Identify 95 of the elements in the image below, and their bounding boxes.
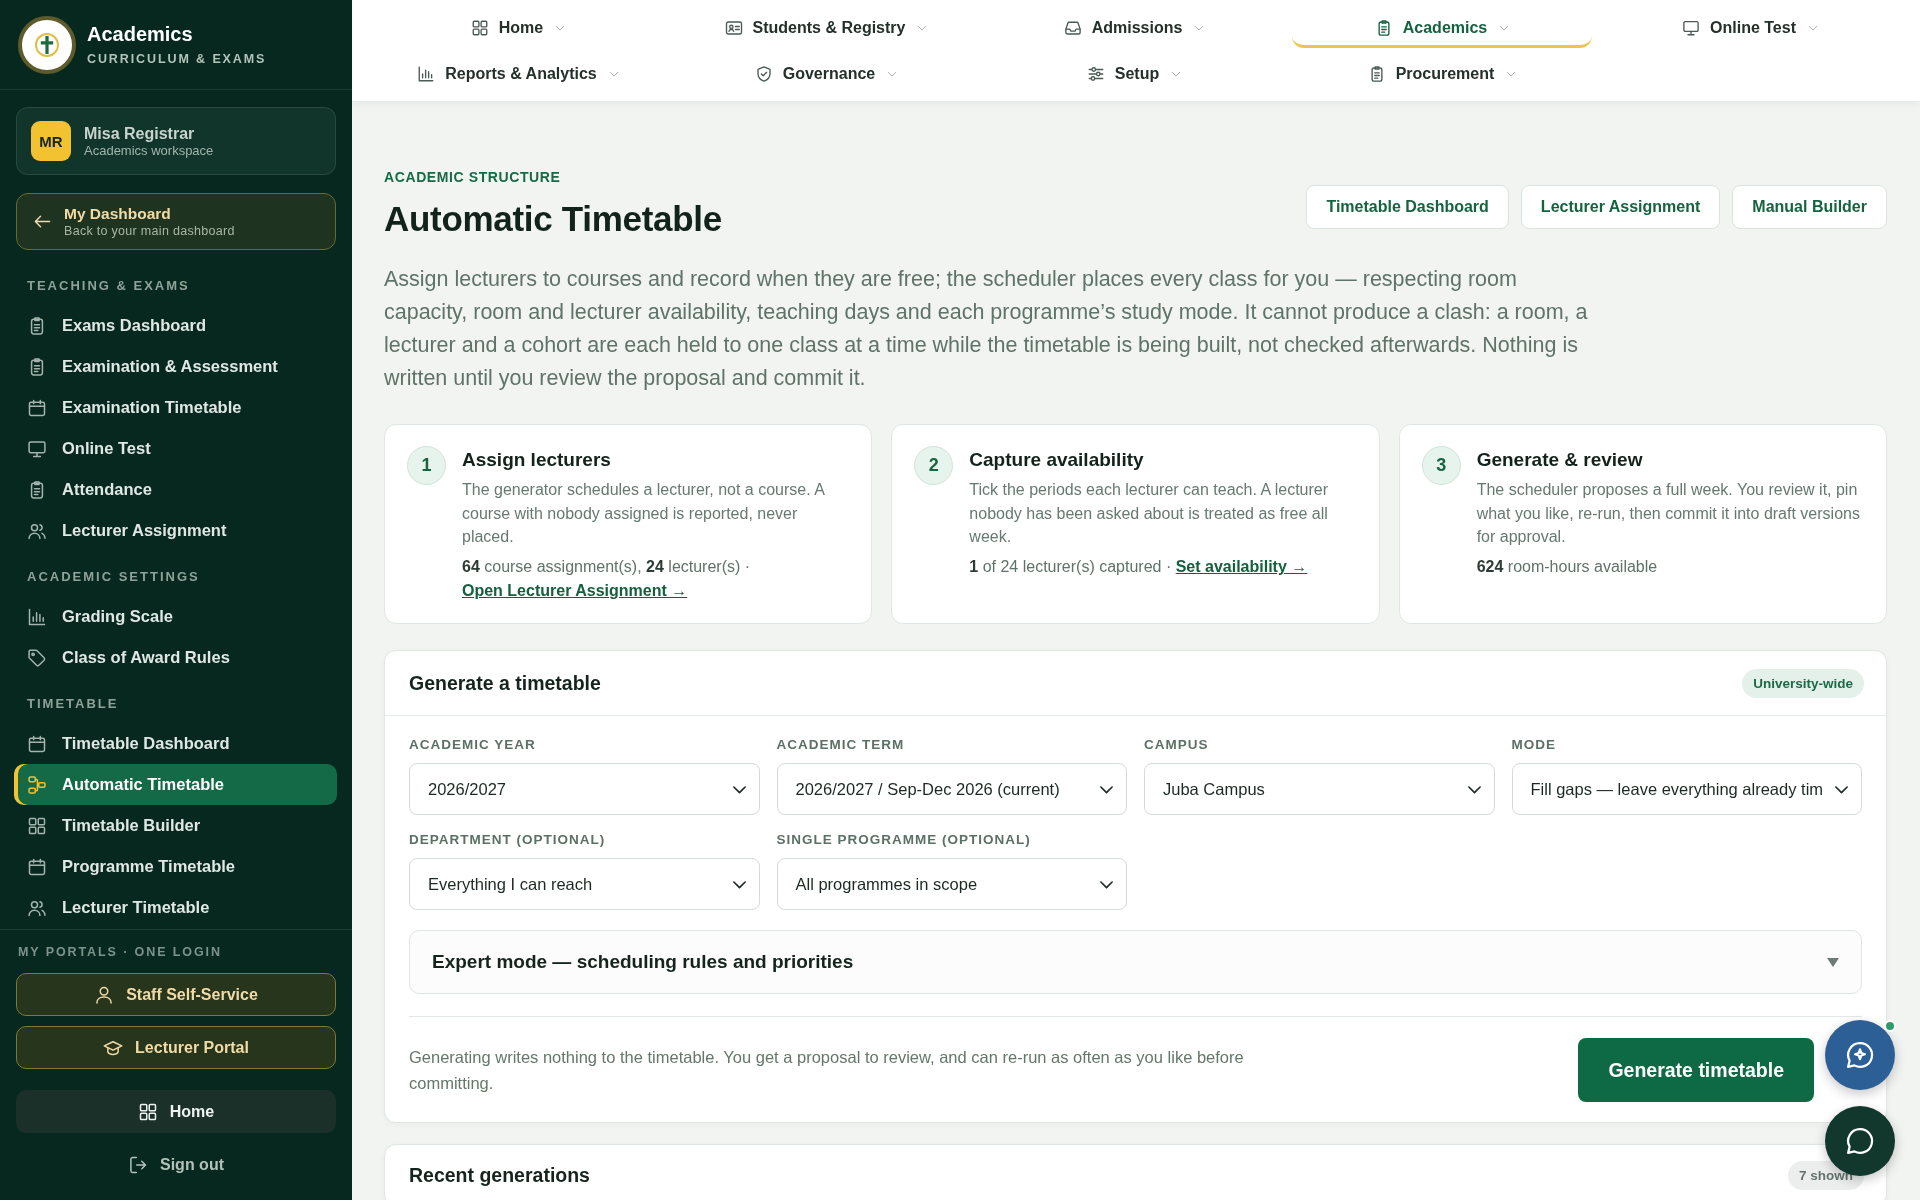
top-nav-item[interactable]: Academics bbox=[1292, 8, 1592, 48]
nav-item[interactable]: Automatic Timetable bbox=[14, 764, 337, 805]
nav-item[interactable]: Grading Scale bbox=[14, 596, 337, 637]
home-button[interactable]: Home bbox=[16, 1090, 336, 1133]
nav-item[interactable]: Lecturer Assignment bbox=[14, 510, 337, 551]
app-title: Academics bbox=[87, 22, 194, 46]
step-number: 1 bbox=[407, 446, 446, 485]
section-heading: TEACHING & EXAMS bbox=[26, 277, 191, 295]
page-title: Automatic Timetable bbox=[384, 199, 722, 239]
scope-badge: University-wide bbox=[1742, 668, 1864, 698]
dropdown-field[interactable]: 2026/2027 bbox=[409, 763, 760, 815]
step-title: Capture availability bbox=[969, 448, 1145, 472]
step-link[interactable]: Open Lecturer Assignment → bbox=[462, 582, 688, 600]
step-title: Generate & review bbox=[1476, 448, 1644, 472]
cross-crest-icon bbox=[18, 15, 76, 74]
page-intro: Assign lecturers to courses and record when they are free; the scheduler places every class for you — respecting room capacity, room and lecturer availability, teaching days and each programme’s study mode. It cannot produce a clash: a room, a lecturer and a cohort are each held to one class at a time while the timetable is being built, not checked afterwards. Nothing is written until you review the proposal and commit it. bbox=[384, 266, 1589, 392]
top-nav-item[interactable]: Home bbox=[368, 8, 668, 48]
nav-item[interactable]: Programme Timetable bbox=[14, 846, 337, 887]
field-label: SINGLE PROGRAMME (OPTIONAL) bbox=[776, 832, 1032, 848]
caret-down-icon bbox=[1827, 957, 1839, 967]
top-nav-item[interactable]: Procurement bbox=[1292, 54, 1592, 94]
monitor-icon bbox=[1682, 18, 1701, 37]
user-role: Academics workspace bbox=[84, 142, 214, 159]
calendar-icon bbox=[27, 397, 47, 418]
step-stats: 1 of 24 lecturer(s) captured · Set availability → bbox=[969, 557, 1309, 578]
dropdown-field[interactable]: 2026/2027 / Sep-Dec 2026 (current) bbox=[776, 763, 1127, 815]
bar-chart-icon bbox=[27, 606, 47, 627]
step-description: The generator schedules a lecturer, not a course. A course with nobody assigned is reported, never placed. bbox=[462, 480, 826, 548]
nav-item[interactable]: Class of Award Rules bbox=[14, 637, 337, 678]
top-nav-item[interactable]: Online Test bbox=[1600, 8, 1900, 48]
calendar-icon bbox=[27, 856, 47, 877]
panel-title: Generate a timetable bbox=[409, 671, 601, 695]
step-number: 2 bbox=[914, 446, 954, 485]
sign-out-button[interactable]: Sign out bbox=[124, 1150, 228, 1180]
step-stats: 624 room-hours available bbox=[1476, 557, 1659, 578]
field-label: DEPARTMENT (OPTIONAL) bbox=[409, 832, 607, 848]
logout-icon bbox=[128, 1155, 148, 1175]
dropdown-field[interactable]: All programmes in scope bbox=[776, 858, 1127, 910]
bar-chart-icon bbox=[417, 64, 436, 83]
top-nav-item[interactable]: Admissions bbox=[984, 8, 1284, 48]
app-subtitle: CURRICULUM & EXAMS bbox=[87, 51, 267, 67]
portal-button[interactable]: Lecturer Portal bbox=[16, 1026, 336, 1069]
grid-icon bbox=[137, 1101, 158, 1122]
nav-item[interactable]: Exams Dashboard bbox=[14, 305, 337, 346]
shield-check-icon bbox=[754, 64, 773, 83]
field-label: ACADEMIC TERM bbox=[776, 737, 906, 753]
user-avatar: MR bbox=[31, 121, 71, 161]
dropdown-field[interactable]: Everything I can reach bbox=[409, 858, 760, 910]
nav-item[interactable]: Attendance bbox=[14, 469, 337, 510]
back-link[interactable]: My Dashboard Back to your main dashboard bbox=[16, 193, 336, 250]
grid-icon bbox=[470, 18, 489, 37]
field-label: MODE bbox=[1511, 737, 1557, 753]
section-heading: ACADEMIC SETTINGS bbox=[26, 568, 201, 586]
top-nav-item[interactable]: Students & Registry bbox=[676, 8, 976, 48]
step-stats: 64 course assignment(s), 24 lecturer(s) · Open Lecturer Assignment → bbox=[462, 557, 752, 602]
calendar-icon bbox=[27, 733, 47, 754]
id-card-icon bbox=[724, 18, 743, 37]
header-button[interactable]: Timetable Dashboard bbox=[1306, 185, 1509, 229]
panel-title: Recent generations bbox=[409, 1163, 590, 1187]
person-icon bbox=[94, 984, 115, 1005]
step-link[interactable]: Set availability → bbox=[1175, 558, 1308, 576]
nav-item[interactable]: Lecturer Timetable bbox=[14, 887, 337, 928]
section-heading: MY PORTALS · ONE LOGIN bbox=[17, 944, 223, 960]
nav-item[interactable]: Examination & Assessment bbox=[14, 346, 337, 387]
nav-item[interactable]: Timetable Dashboard bbox=[14, 723, 337, 764]
grid-icon bbox=[27, 815, 47, 836]
top-nav-item[interactable]: Governance bbox=[676, 54, 976, 94]
top-nav-item[interactable]: Reports & Analytics bbox=[368, 54, 668, 94]
generate-button[interactable]: Generate timetable bbox=[1578, 1038, 1814, 1102]
tag-icon bbox=[27, 647, 47, 668]
flowchart-icon bbox=[27, 774, 47, 795]
user-name: Misa Registrar bbox=[84, 123, 196, 143]
chat-sparkle-icon bbox=[1845, 1040, 1875, 1070]
nav-item[interactable]: Timetable Builder bbox=[14, 805, 337, 846]
step-number: 3 bbox=[1421, 446, 1461, 485]
nav-item[interactable]: Examination Timetable bbox=[14, 387, 337, 428]
top-nav-item[interactable]: Setup bbox=[984, 54, 1284, 94]
portal-button[interactable]: Staff Self-Service bbox=[16, 973, 336, 1016]
chat-bubble-icon bbox=[1845, 1126, 1875, 1156]
section-heading: TIMETABLE bbox=[26, 695, 120, 713]
generate-note: Generating writes nothing to the timetable. You get a proposal to review, and can re-run as often as you like before committing. bbox=[409, 1047, 1245, 1094]
nav-item[interactable]: Online Test bbox=[14, 428, 337, 469]
dropdown-field[interactable]: Fill gaps — leave everything already tim bbox=[1511, 763, 1862, 815]
monitor-icon bbox=[27, 438, 47, 459]
step-title: Assign lecturers bbox=[462, 448, 612, 472]
expert-mode-toggle[interactable]: Expert mode — scheduling rules and priorities bbox=[409, 930, 1862, 994]
step-description: The scheduler proposes a full week. You review it, pin what you like, re-run, then commit it into draft versions for approval. bbox=[1476, 480, 1861, 548]
sliders-icon bbox=[1086, 64, 1105, 83]
field-label: CAMPUS bbox=[1144, 737, 1210, 753]
field-label: ACADEMIC YEAR bbox=[409, 737, 537, 753]
dropdown-field[interactable]: Juba Campus bbox=[1144, 763, 1495, 815]
step-description: Tick the periods each lecturer can teach. A lecturer nobody has been asked about is treated as free all week. bbox=[969, 480, 1330, 548]
header-button[interactable]: Manual Builder bbox=[1732, 185, 1887, 229]
page-eyebrow: ACADEMIC STRUCTURE bbox=[384, 168, 562, 186]
header-button[interactable]: Lecturer Assignment bbox=[1520, 185, 1721, 229]
